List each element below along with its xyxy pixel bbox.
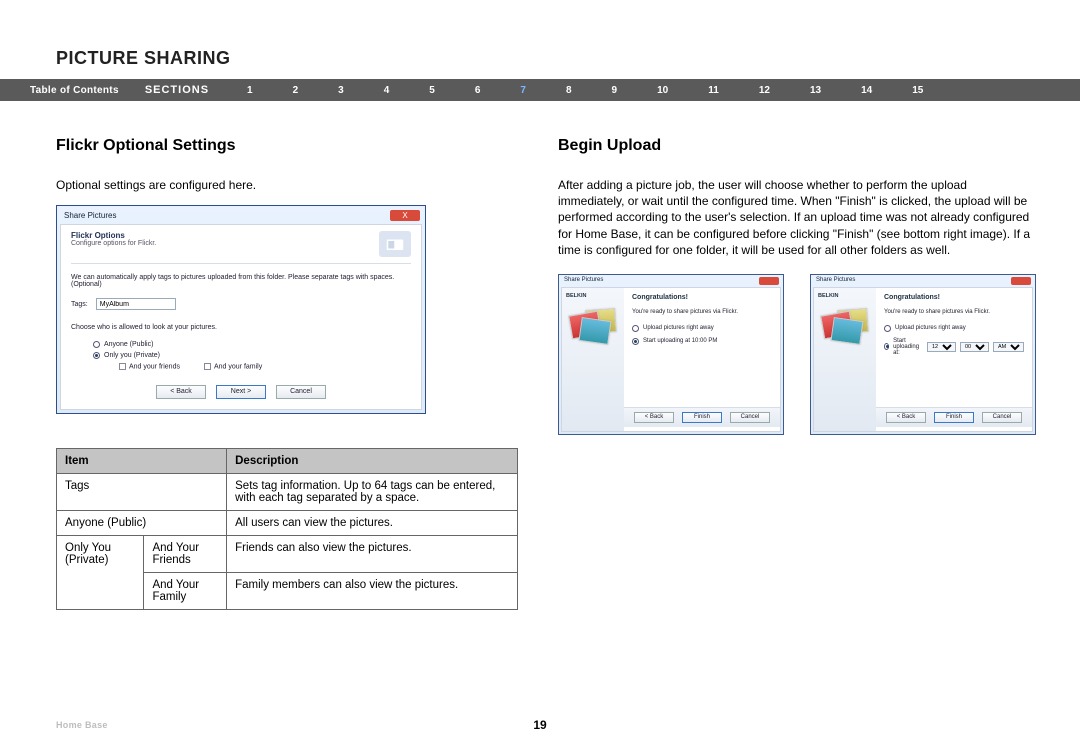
finish-button[interactable]: Finish xyxy=(682,412,722,423)
close-icon[interactable] xyxy=(759,277,779,285)
hour-select[interactable]: 12 xyxy=(927,342,956,352)
pictures-icon xyxy=(379,231,411,257)
begin-upload-body: After adding a picture job, the user wil… xyxy=(558,177,1036,258)
brand-label: BELKIN xyxy=(818,293,838,299)
cell-sub: And Your Friends xyxy=(144,535,227,572)
th-desc: Description xyxy=(227,448,518,473)
left-column: Flickr Optional Settings Optional settin… xyxy=(56,137,518,610)
brand-label: BELKIN xyxy=(566,293,586,299)
checkbox-friends-label: And your friends xyxy=(129,364,180,371)
section-link-6[interactable]: 6 xyxy=(475,85,481,96)
settings-table: Item Description Tags Sets tag informati… xyxy=(56,448,518,610)
congrats-dialog-1: Share Pictures BELKIN Congratulations! Y… xyxy=(558,274,784,435)
table-row: Tags Sets tag information. Up to 64 tags… xyxy=(57,473,518,510)
dialog-title: Share Pictures xyxy=(816,277,855,285)
close-icon[interactable] xyxy=(1011,277,1031,285)
section-link-8[interactable]: 8 xyxy=(566,85,572,96)
section-navbar: Table of Contents SECTIONS 1 2 3 4 5 6 7… xyxy=(0,79,1080,101)
tags-label: Tags: xyxy=(71,301,88,308)
radio-anyone[interactable] xyxy=(93,341,100,348)
congrats-title: Congratulations! xyxy=(884,294,1024,301)
section-link-12[interactable]: 12 xyxy=(759,85,770,96)
section-link-3[interactable]: 3 xyxy=(338,85,344,96)
section-link-4[interactable]: 4 xyxy=(384,85,390,96)
begin-upload-heading: Begin Upload xyxy=(558,137,1036,155)
section-link-11[interactable]: 11 xyxy=(708,85,719,96)
product-name: Home Base xyxy=(56,720,108,730)
cell-desc: All users can view the pictures. xyxy=(227,510,518,535)
radio-upload-time[interactable] xyxy=(632,338,639,345)
tags-input[interactable] xyxy=(96,298,176,310)
section-link-14[interactable]: 14 xyxy=(861,85,872,96)
close-icon[interactable]: X xyxy=(390,210,420,221)
radio-upload-time-label: Start uploading at: xyxy=(893,338,923,356)
picture-stack-icon xyxy=(820,305,868,349)
dialog-title: Share Pictures xyxy=(64,211,116,220)
back-button[interactable]: < Back xyxy=(634,412,674,423)
cell-item: Only You (Private) xyxy=(57,535,144,609)
cancel-button[interactable]: Cancel xyxy=(276,385,326,399)
radio-onlyyou-label: Only you (Private) xyxy=(104,352,160,359)
radio-upload-now-label: Upload pictures right away xyxy=(643,325,714,331)
picture-stack-icon xyxy=(568,305,616,349)
checkbox-friends[interactable] xyxy=(119,363,126,370)
cancel-button[interactable]: Cancel xyxy=(982,412,1022,423)
flickr-options-title: Flickr Options xyxy=(71,231,156,240)
section-link-15[interactable]: 15 xyxy=(912,85,923,96)
congrats-msg: You're ready to share pictures via Flick… xyxy=(884,309,1024,315)
back-button[interactable]: < Back xyxy=(886,412,926,423)
table-row: Anyone (Public) All users can view the p… xyxy=(57,510,518,535)
section-link-9[interactable]: 9 xyxy=(612,85,618,96)
privacy-help-text: Choose who is allowed to look at your pi… xyxy=(71,324,411,331)
congrats-dialog-2: Share Pictures BELKIN Congratulations! Y… xyxy=(810,274,1036,435)
section-link-1[interactable]: 1 xyxy=(247,85,253,96)
radio-upload-now[interactable] xyxy=(884,325,891,332)
flickr-options-dialog: Share Pictures X Flickr Options Configur… xyxy=(56,205,426,413)
minute-select[interactable]: 00 xyxy=(960,342,989,352)
tags-help-text: We can automatically apply tags to pictu… xyxy=(71,274,411,288)
radio-upload-now-label: Upload pictures right away xyxy=(895,325,966,331)
section-link-2[interactable]: 2 xyxy=(293,85,299,96)
section-link-10[interactable]: 10 xyxy=(657,85,668,96)
cell-desc: Family members can also view the picture… xyxy=(227,572,518,609)
finish-button[interactable]: Finish xyxy=(934,412,974,423)
radio-anyone-label: Anyone (Public) xyxy=(104,341,153,348)
radio-upload-time-label: Start uploading at 10:00 PM xyxy=(643,338,717,344)
cell-desc: Sets tag information. Up to 64 tags can … xyxy=(227,473,518,510)
congrats-title: Congratulations! xyxy=(632,294,772,301)
section-link-13[interactable]: 13 xyxy=(810,85,821,96)
toc-link[interactable]: Table of Contents xyxy=(30,85,119,96)
back-button[interactable]: < Back xyxy=(156,385,206,399)
cell-sub: And Your Family xyxy=(144,572,227,609)
sections-label: SECTIONS xyxy=(145,84,209,96)
section-link-7[interactable]: 7 xyxy=(520,85,526,96)
flickr-heading: Flickr Optional Settings xyxy=(56,137,518,155)
cancel-button[interactable]: Cancel xyxy=(730,412,770,423)
right-column: Begin Upload After adding a picture job,… xyxy=(558,137,1036,610)
checkbox-family[interactable] xyxy=(204,363,211,370)
flickr-lead: Optional settings are configured here. xyxy=(56,177,518,193)
page-title: PICTURE SHARING xyxy=(0,0,1080,79)
table-row: Only You (Private) And Your Friends Frie… xyxy=(57,535,518,572)
page-footer: Home Base 19 xyxy=(56,720,1024,730)
checkbox-family-label: And your family xyxy=(214,364,262,371)
th-item: Item xyxy=(57,448,227,473)
radio-upload-now[interactable] xyxy=(632,325,639,332)
radio-onlyyou[interactable] xyxy=(93,352,100,359)
flickr-options-sub: Configure options for Flickr. xyxy=(71,240,156,247)
ampm-select[interactable]: AM xyxy=(993,342,1024,352)
dialog-title: Share Pictures xyxy=(564,277,603,285)
congrats-msg: You're ready to share pictures via Flick… xyxy=(632,309,772,315)
cell-item: Tags xyxy=(57,473,227,510)
cell-desc: Friends can also view the pictures. xyxy=(227,535,518,572)
radio-upload-time[interactable] xyxy=(884,343,889,350)
next-button[interactable]: Next > xyxy=(216,385,266,399)
page-number: 19 xyxy=(533,718,546,732)
section-link-5[interactable]: 5 xyxy=(429,85,435,96)
cell-item: Anyone (Public) xyxy=(57,510,227,535)
